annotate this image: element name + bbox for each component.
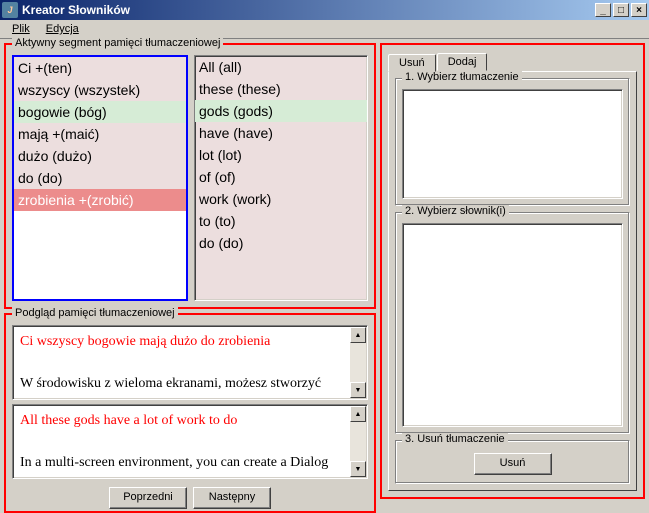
preview-panel: Podgląd pamięci tłumaczeniowej Ci wszysc… <box>4 313 376 513</box>
list-item[interactable]: dużo (dużo) <box>14 145 186 167</box>
preview-legend: Podgląd pamięci tłumaczeniowej <box>12 307 178 319</box>
list-item[interactable]: All (all) <box>195 56 367 78</box>
right-panel: Usuń Dodaj 1. Wybierz tłumaczenie 2. Wyb… <box>380 43 645 499</box>
list-item[interactable]: do (do) <box>195 232 367 254</box>
menu-file[interactable]: Plik <box>4 21 38 37</box>
menu-edit[interactable]: Edycja <box>38 21 87 37</box>
delete-button[interactable]: Usuń <box>474 453 552 475</box>
list-item[interactable]: bogowie (bóg) <box>14 101 186 123</box>
choose-dictionary-legend: 2. Wybierz słownik(i) <box>402 205 509 217</box>
delete-translation-fieldset: 3. Usuń tłumaczenie Usuń <box>395 440 630 484</box>
preview-target-black: In a multi-screen environment, you can c… <box>20 452 344 473</box>
content-area: Aktywny segment pamięci tłumaczeniowej C… <box>0 39 649 503</box>
list-item[interactable]: these (these) <box>195 78 367 100</box>
preview-source-red: Ci wszyscy bogowie mają dużo do zrobieni… <box>20 331 344 352</box>
list-item[interactable]: do (do) <box>14 167 186 189</box>
source-list[interactable]: Ci +(ten)wszyscy (wszystek)bogowie (bóg)… <box>12 55 188 301</box>
list-item[interactable]: wszyscy (wszystek) <box>14 79 186 101</box>
tab-add[interactable]: Dodaj <box>437 53 488 71</box>
list-item[interactable]: Ci +(ten) <box>14 57 186 79</box>
window-title: Kreator Słowników <box>22 3 593 17</box>
next-button[interactable]: Następny <box>193 487 271 509</box>
choose-translation-fieldset: 1. Wybierz tłumaczenie <box>395 78 630 206</box>
scrollbar[interactable]: ▲ ▼ <box>350 327 366 398</box>
scrollbar[interactable]: ▲ ▼ <box>350 406 366 477</box>
translation-list[interactable] <box>402 89 623 199</box>
titlebar: J Kreator Słowników _ □ × <box>0 0 649 20</box>
scroll-up-icon[interactable]: ▲ <box>350 327 366 343</box>
maximize-button[interactable]: □ <box>613 3 629 17</box>
active-segment-panel: Aktywny segment pamięci tłumaczeniowej C… <box>4 43 376 309</box>
list-item[interactable]: of (of) <box>195 166 367 188</box>
scroll-down-icon[interactable]: ▼ <box>350 382 366 398</box>
list-item[interactable]: lot (lot) <box>195 144 367 166</box>
choose-translation-legend: 1. Wybierz tłumaczenie <box>402 71 522 83</box>
list-item[interactable]: work (work) <box>195 188 367 210</box>
active-segment-legend: Aktywny segment pamięci tłumaczeniowej <box>12 37 223 49</box>
list-item[interactable]: gods (gods) <box>195 100 367 122</box>
target-list[interactable]: All (all)these (these)gods (gods)have (h… <box>194 55 368 301</box>
tab-body: 1. Wybierz tłumaczenie 2. Wybierz słowni… <box>388 71 637 491</box>
scroll-down-icon[interactable]: ▼ <box>350 461 366 477</box>
preview-source-box[interactable]: Ci wszyscy bogowie mają dużo do zrobieni… <box>12 325 368 400</box>
scroll-up-icon[interactable]: ▲ <box>350 406 366 422</box>
dictionary-list[interactable] <box>402 223 623 427</box>
tab-row: Usuń Dodaj <box>388 51 637 71</box>
tab-delete[interactable]: Usuń <box>388 54 436 72</box>
preview-target-box[interactable]: All these gods have a lot of work to do … <box>12 404 368 479</box>
list-item[interactable]: zrobienia +(zrobić) <box>14 189 186 211</box>
minimize-button[interactable]: _ <box>595 3 611 17</box>
close-button[interactable]: × <box>631 3 647 17</box>
list-item[interactable]: to (to) <box>195 210 367 232</box>
preview-target-red: All these gods have a lot of work to do <box>20 410 344 431</box>
previous-button[interactable]: Poprzedni <box>109 487 187 509</box>
empty-area <box>14 211 186 301</box>
list-item[interactable]: have (have) <box>195 122 367 144</box>
java-icon: J <box>2 2 18 18</box>
left-column: Aktywny segment pamięci tłumaczeniowej C… <box>4 43 376 499</box>
choose-dictionary-fieldset: 2. Wybierz słownik(i) <box>395 212 630 434</box>
delete-translation-legend: 3. Usuń tłumaczenie <box>402 433 508 445</box>
preview-source-black: W środowisku z wieloma ekranami, możesz … <box>20 373 344 394</box>
list-item[interactable]: mają +(maić) <box>14 123 186 145</box>
